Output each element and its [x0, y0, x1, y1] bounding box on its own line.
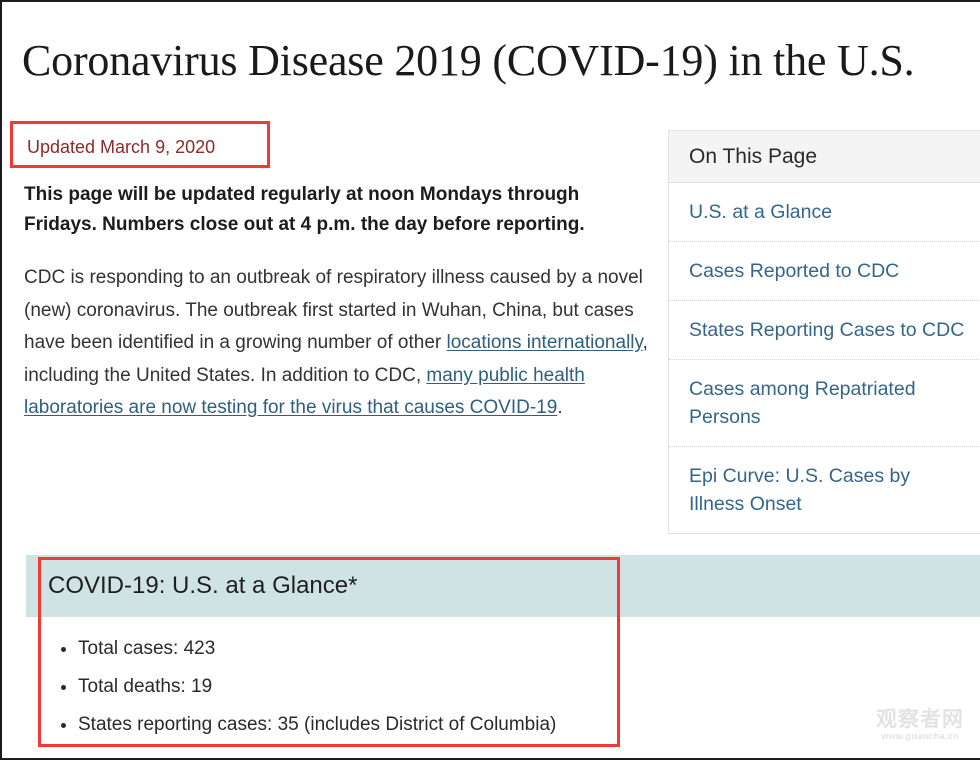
main-content-column: This page will be updated regularly at n… — [24, 180, 648, 425]
glance-statistics-list: Total cases: 423 Total deaths: 19 States… — [50, 630, 678, 744]
cdc-covid-page: Coronavirus Disease 2019 (COVID-19) in t… — [0, 0, 980, 760]
on-this-page-header: On This Page — [669, 131, 980, 183]
otp-link-epi-curve[interactable]: Epi Curve: U.S. Cases by Illness Onset — [689, 462, 969, 518]
watermark: 观察者网 www.guancha.cn — [868, 708, 972, 742]
updated-date: Updated March 9, 2020 — [27, 137, 216, 157]
list-item[interactable]: States Reporting Cases to CDC — [669, 300, 980, 359]
update-schedule-note: This page will be updated regularly at n… — [24, 184, 585, 235]
otp-link-cases-among-repatriated-persons[interactable]: Cases among Repatriated Persons — [689, 375, 969, 431]
link-locations-internationally[interactable]: locations internationally — [447, 332, 643, 353]
updated-annotation-box: Updated March 9, 2020 — [10, 121, 270, 168]
glance-title: COVID-19: U.S. at a Glance* — [48, 572, 358, 599]
glance-header-band: COVID-19: U.S. at a Glance* — [26, 555, 980, 617]
page-title: Coronavirus Disease 2019 (COVID-19) in t… — [22, 36, 915, 86]
list-item[interactable]: U.S. at a Glance — [669, 183, 980, 241]
list-item[interactable]: Cases Reported to CDC — [669, 241, 980, 300]
list-item[interactable]: Epi Curve: U.S. Cases by Illness Onset — [669, 446, 980, 533]
on-this-page-panel: On This Page U.S. at a Glance Cases Repo… — [668, 130, 980, 534]
list-item: Total cases: 423 — [78, 630, 678, 668]
list-item[interactable]: Cases among Repatriated Persons — [669, 359, 980, 446]
watermark-url: www.guancha.cn — [881, 731, 959, 741]
paragraph-text-part-3: . — [557, 397, 563, 418]
list-item: States reporting cases: 35 (includes Dis… — [78, 706, 678, 744]
otp-link-us-at-a-glance[interactable]: U.S. at a Glance — [689, 198, 969, 226]
otp-link-states-reporting-cases-to-cdc[interactable]: States Reporting Cases to CDC — [689, 316, 969, 344]
on-this-page-list: U.S. at a Glance Cases Reported to CDC S… — [669, 183, 980, 533]
list-item: Total deaths: 19 — [78, 668, 678, 706]
watermark-name: 观察者网 — [876, 708, 964, 731]
otp-link-cases-reported-to-cdc[interactable]: Cases Reported to CDC — [689, 257, 969, 285]
intro-paragraph: CDC is responding to an outbreak of resp… — [24, 262, 648, 425]
